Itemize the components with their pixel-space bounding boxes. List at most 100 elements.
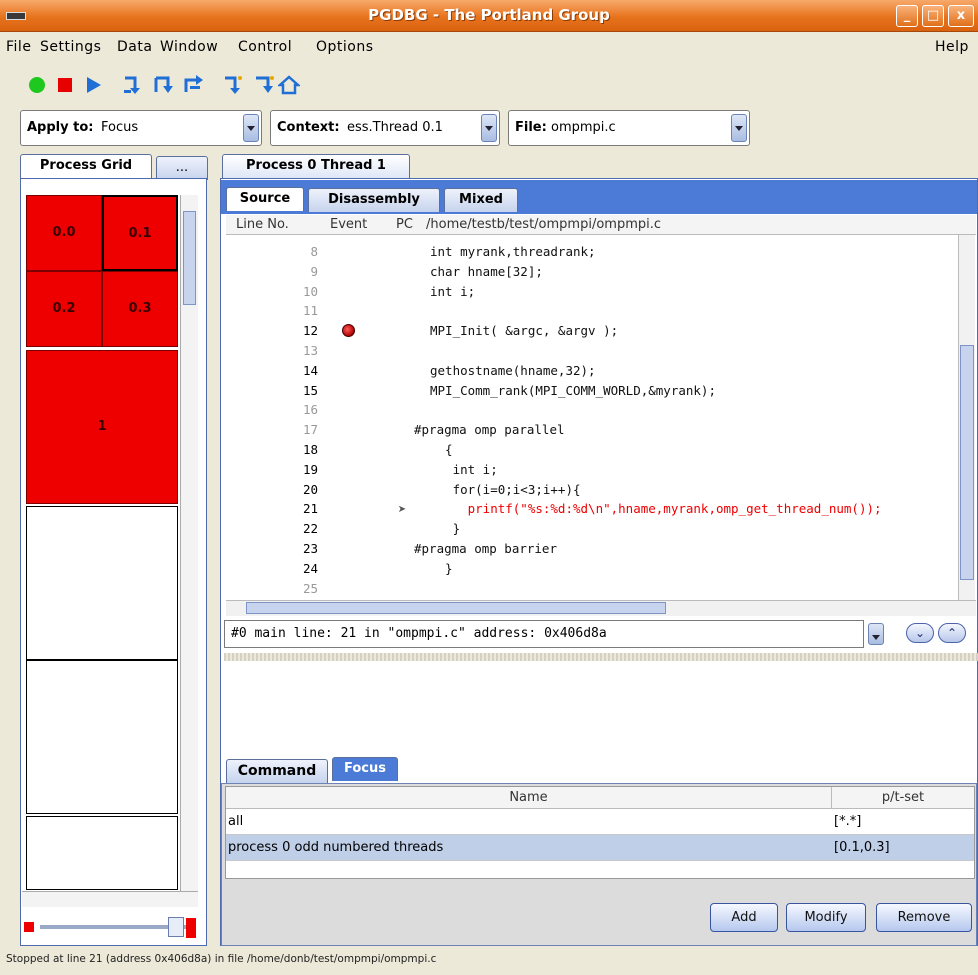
source-line[interactable]: 23 #pragma omp barrier <box>226 540 958 559</box>
source-line[interactable]: 17 #pragma omp parallel <box>226 421 958 440</box>
stack-frame-field[interactable]: #0 main line: 21 in "ompmpi.c" address: … <box>224 620 864 648</box>
process-cell-0-2[interactable]: 0.2 <box>26 271 102 347</box>
source-path: /home/testb/test/ompmpi/ompmpi.c <box>426 217 662 232</box>
menu-help[interactable]: Help <box>935 39 969 55</box>
stepi-icon[interactable] <box>222 74 244 96</box>
source-line[interactable]: 20 for(i=0;i<3;i++){ <box>226 481 958 500</box>
source-line[interactable]: 21 ➤ printf("%s:%d:%d\n",hname,myrank,omp… <box>226 500 958 519</box>
file-combo[interactable]: File: ompmpi.c <box>508 110 750 146</box>
line-number[interactable]: 14 <box>286 363 318 378</box>
tab-source[interactable]: Source <box>226 187 304 211</box>
tab-process-0-thread-1[interactable]: Process 0 Thread 1 <box>222 154 410 178</box>
line-number[interactable]: 9 <box>286 264 318 279</box>
source-line[interactable]: 19 int i; <box>226 461 958 480</box>
line-number[interactable]: 11 <box>286 303 318 318</box>
line-number[interactable]: 15 <box>286 383 318 398</box>
source-line[interactable]: 13 <box>226 342 958 361</box>
step-icon[interactable] <box>122 74 144 96</box>
line-number[interactable]: 10 <box>286 284 318 299</box>
grid-vertical-scrollbar[interactable] <box>180 195 198 891</box>
source-line[interactable]: 25 <box>226 580 958 599</box>
source-line[interactable]: 16 <box>226 401 958 420</box>
next-icon[interactable] <box>152 74 174 96</box>
nexti-icon[interactable] <box>252 74 274 96</box>
apply-to-dropdown-icon[interactable] <box>243 114 259 142</box>
tab-process-grid[interactable]: Process Grid <box>20 154 152 178</box>
tab-mixed[interactable]: Mixed <box>444 188 518 212</box>
line-number[interactable]: 25 <box>286 581 318 596</box>
source-line[interactable]: 15 MPI_Comm_rank(MPI_COMM_WORLD,&myrank); <box>226 382 958 401</box>
process-cell-1[interactable]: 1 <box>26 350 178 504</box>
tab-focus[interactable]: Focus <box>332 757 398 781</box>
tab-disassembly[interactable]: Disassembly <box>308 188 440 212</box>
menu-settings[interactable]: Settings <box>40 39 101 55</box>
menu-window[interactable]: Window <box>160 39 218 55</box>
source-view[interactable]: 8 int myrank,threadrank; 9 char hname[32]; 1… <box>226 235 958 601</box>
zoom-slider-thumb[interactable] <box>168 917 184 937</box>
file-dropdown-icon[interactable] <box>731 114 747 142</box>
line-number[interactable]: 16 <box>286 402 318 417</box>
add-button[interactable]: Add <box>710 903 778 932</box>
source-line[interactable]: 11 <box>226 302 958 321</box>
row-name: process 0 odd numbered threads <box>228 840 444 855</box>
context-dropdown-icon[interactable] <box>481 114 497 142</box>
up-stack-button[interactable]: ⌃ <box>938 623 966 643</box>
line-number[interactable]: 21 <box>286 501 318 516</box>
line-number[interactable]: 8 <box>286 244 318 259</box>
up-stack-icon[interactable] <box>278 74 300 96</box>
line-number[interactable]: 20 <box>286 482 318 497</box>
minimize-button[interactable]: _ <box>896 5 918 27</box>
step-out-icon[interactable] <box>182 74 204 96</box>
process-cell-0-1[interactable]: 0.1 <box>102 195 178 271</box>
grid-scroll-thumb[interactable] <box>183 211 196 305</box>
stack-frame-dropdown[interactable] <box>866 623 886 645</box>
source-line[interactable]: 10 int i; <box>226 283 958 302</box>
table-row[interactable]: all [*.*] <box>226 809 974 835</box>
menu-options[interactable]: Options <box>316 39 374 55</box>
context-combo[interactable]: Context: ess.Thread 0.1 <box>270 110 500 146</box>
pane-splitter[interactable] <box>224 653 978 661</box>
maximize-button[interactable]: □ <box>922 5 944 27</box>
breakpoint-icon[interactable] <box>342 324 355 338</box>
modify-button[interactable]: Modify <box>786 903 866 932</box>
line-number[interactable]: 22 <box>286 521 318 536</box>
run-icon[interactable] <box>26 74 48 96</box>
source-line[interactable]: 14 gethostname(hname,32); <box>226 362 958 381</box>
continue-icon[interactable] <box>82 74 104 96</box>
code-text: printf("%s:%d:%d\n",hname,myrank,omp_get… <box>430 501 882 517</box>
line-number[interactable]: 19 <box>286 462 318 477</box>
col-pt-set: p/t-set <box>832 787 974 809</box>
line-number[interactable]: 12 <box>286 323 318 338</box>
source-hscroll-thumb[interactable] <box>246 602 666 614</box>
process-cell-0-3[interactable]: 0.3 <box>102 271 178 347</box>
grid-horizontal-scrollbar[interactable] <box>22 891 198 907</box>
source-scroll-thumb[interactable] <box>960 345 974 580</box>
tab-overflow[interactable]: ... <box>156 156 208 180</box>
process-cell-0-0[interactable]: 0.0 <box>26 195 102 271</box>
source-horizontal-scrollbar[interactable] <box>226 600 976 616</box>
source-line[interactable]: 9 char hname[32]; <box>226 263 958 282</box>
line-number[interactable]: 23 <box>286 541 318 556</box>
menu-data[interactable]: Data <box>117 39 152 55</box>
menu-control[interactable]: Control <box>238 39 292 55</box>
source-line[interactable]: 22 } <box>226 520 958 539</box>
line-number[interactable]: 18 <box>286 442 318 457</box>
source-vertical-scrollbar[interactable] <box>958 235 975 600</box>
source-line[interactable]: 24 } <box>226 560 958 579</box>
line-number[interactable]: 13 <box>286 343 318 358</box>
source-line[interactable]: 8 int myrank,threadrank; <box>226 243 958 262</box>
remove-button[interactable]: Remove <box>876 903 972 932</box>
source-line[interactable]: 12 MPI_Init( &argc, &argv ); <box>226 322 958 341</box>
apply-to-combo[interactable]: Apply to: Focus <box>20 110 262 146</box>
line-number[interactable]: 24 <box>286 561 318 576</box>
table-row[interactable]: process 0 odd numbered threads [0.1,0.3] <box>226 835 974 861</box>
tab-command[interactable]: Command <box>226 759 328 783</box>
source-line[interactable]: 18 { <box>226 441 958 460</box>
stop-icon[interactable] <box>54 74 76 96</box>
zoom-slider-track[interactable] <box>40 925 188 929</box>
line-number[interactable]: 17 <box>286 422 318 437</box>
menu-file[interactable]: File <box>6 39 31 55</box>
close-button[interactable]: x <box>948 5 974 27</box>
stack-dropdown-icon[interactable] <box>868 623 884 645</box>
down-stack-button[interactable]: ⌄ <box>906 623 934 643</box>
